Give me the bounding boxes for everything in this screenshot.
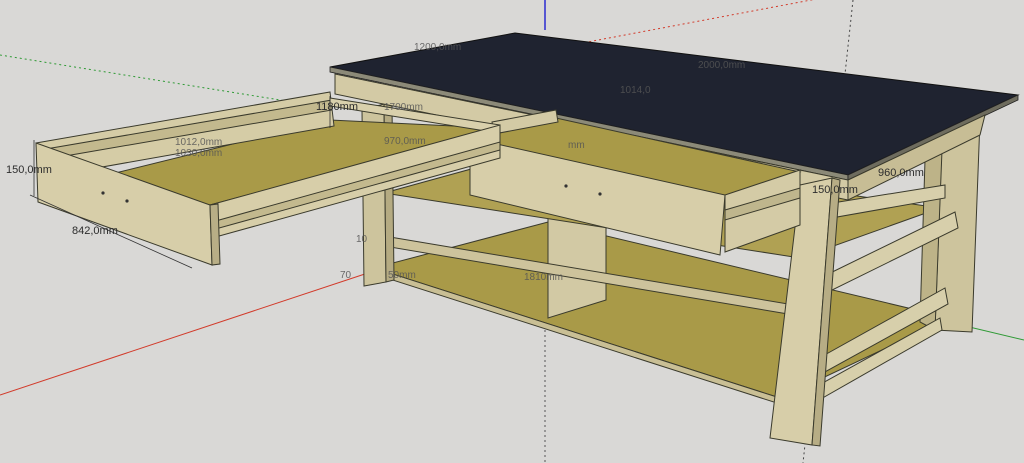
dim-label-misc-a: 70 [340,270,352,281]
sketchup-viewport[interactable]: 1200,0mm 2000,0mm 1014,0 1180mm 1700mm 1… [0,0,1024,463]
dim-label-drawer-depth: 1180mm [316,101,358,113]
left-drawer-knob-left [101,191,105,195]
right-drawer-knob-right [598,192,602,196]
dim-label-drawer-height: 150,0mm [6,164,52,176]
workbench-model: 1200,0mm 2000,0mm 1014,0 1180mm 1700mm 1… [0,0,1024,463]
dim-label-drawer-gap: 1700mm [384,102,423,113]
dim-label-drawer-width-b: 1030,0mm [175,148,222,159]
dim-label-drawer-width-a: 1012,0mm [175,137,222,148]
dim-label-right-drawer: mm [568,140,585,151]
red-axis-dotted [544,0,814,51]
red-axis [0,267,384,396]
dim-label-shelf-middle: 1810mm [524,272,563,283]
dim-label-drawer-length: 842,0mm [72,225,118,237]
dim-label-top-inner: 1014,0 [620,85,651,96]
dim-label-top-length: 1200,0mm [414,42,461,53]
left-drawer-front-edge [209,203,221,266]
dim-label-leg-section: 150,0mm [812,184,858,196]
dim-label-side-depth: 960,0mm [878,167,924,179]
dim-label-drawer-inner: 970,0mm [384,136,426,147]
right-drawer-knob-left [564,184,568,188]
left-drawer-knob-right [125,199,129,203]
green-axis-dotted [0,54,331,109]
dim-label-misc-b: 50mm [388,270,416,281]
dim-label-top-length-2: 2000,0mm [698,60,745,71]
dim-label-misc-c: 10 [356,234,368,245]
